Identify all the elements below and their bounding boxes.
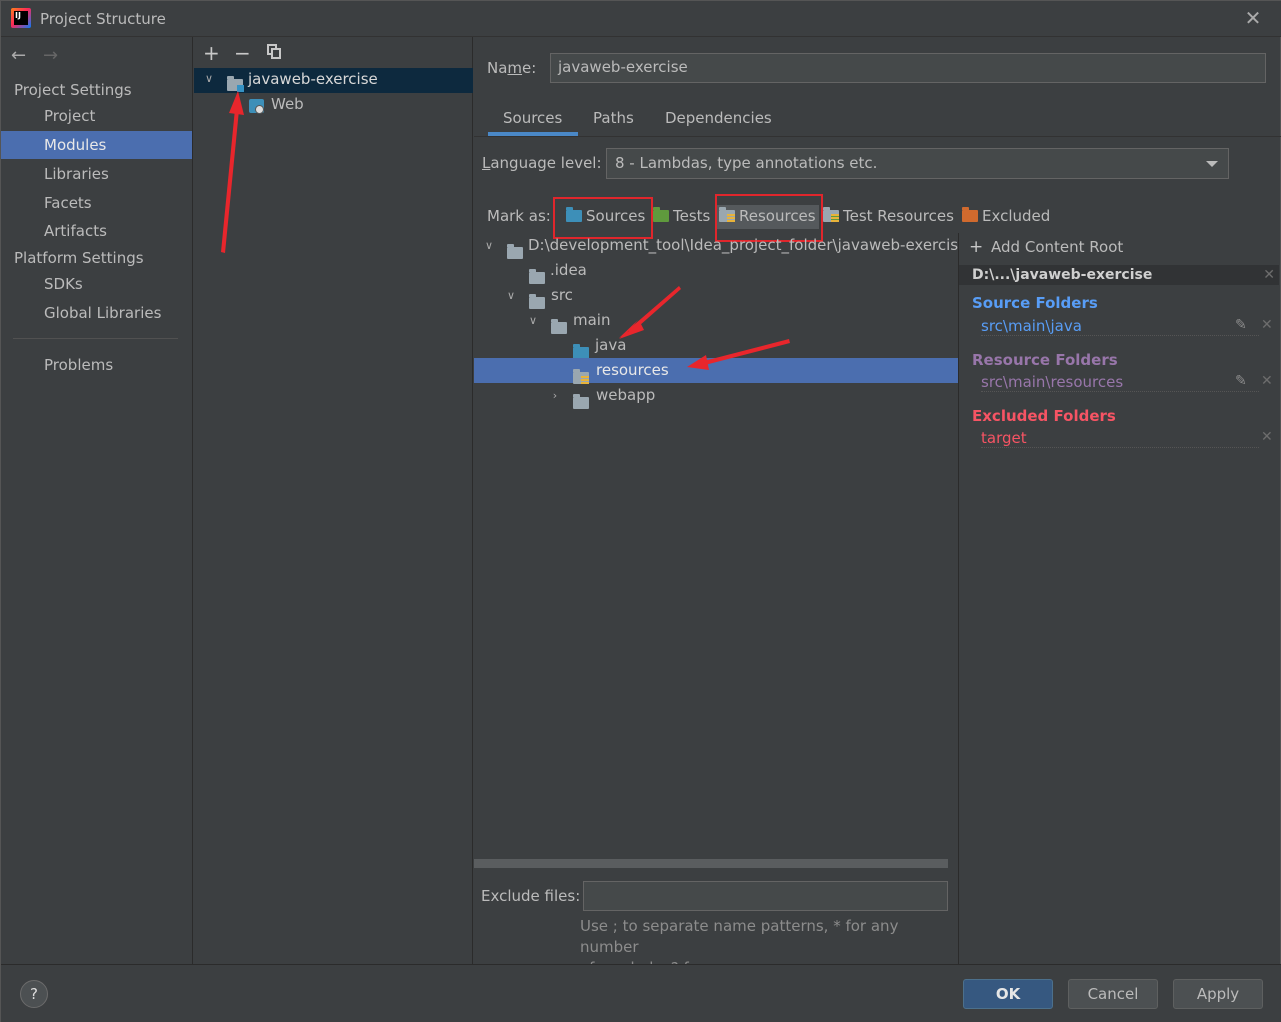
nav-item-project[interactable]: Project [1,102,192,130]
tree-label-main: main [573,311,611,329]
remove-source-icon[interactable]: ✕ [1261,317,1273,333]
content-root-header: D:\...\javaweb-exercise ✕ [959,265,1279,285]
annotation-arrow-module [221,91,244,253]
chevron-down-icon[interactable]: ∨ [526,308,540,333]
mark-excluded-button[interactable]: Excluded [962,205,1050,229]
annotation-arrows-tree [619,286,790,370]
folder-icon [573,394,589,409]
facet-name: Web [271,95,304,113]
ok-button[interactable]: OK [963,979,1053,1009]
mark-tests-label: Tests [673,207,711,225]
source-folder-path: src\main\java [981,317,1259,336]
web-facet-icon [249,99,264,114]
mark-tests-button[interactable]: Tests [653,205,710,229]
tab-sources[interactable]: Sources [503,109,562,127]
excluded-folders-title: Excluded Folders [972,407,1116,425]
exclude-files-label: Exclude files: [481,887,581,905]
nav-item-problems[interactable]: Problems [1,351,192,379]
remove-excluded-icon[interactable]: ✕ [1261,429,1273,445]
name-label: Name: [487,59,537,77]
language-level-dropdown[interactable]: 8 - Lambdas, type annotations etc. [606,148,1229,179]
copy-icon[interactable] [267,44,281,60]
chevron-down-icon [1206,161,1218,167]
excluded-folder-path: target [981,429,1259,448]
tree-row-webapp[interactable]: › webapp [474,383,958,409]
exclude-files-input[interactable] [583,881,948,911]
apply-button[interactable]: Apply [1173,979,1263,1009]
tab-dependencies[interactable]: Dependencies [665,109,772,127]
nav-item-facets[interactable]: Facets [1,189,192,217]
resource-folder-path: src\main\resources [981,373,1259,392]
nav-item-modules[interactable]: Modules [1,131,192,159]
dialog-button-bar: ? OK Cancel Apply [1,964,1281,1022]
window-title: Project Structure [40,10,166,28]
tree-label-idea: .idea [550,261,587,279]
project-structure-dialog: IJ Project Structure ✕ ← → Project Setti… [0,0,1281,1022]
tree-horizontal-scrollbar[interactable] [474,859,948,868]
help-button[interactable]: ? [20,980,48,1008]
mark-excluded-label: Excluded [982,207,1051,225]
add-icon[interactable]: + [203,41,220,65]
add-icon: + [969,237,984,257]
tabs-divider [474,136,1281,137]
language-level-label: Language level: [482,154,602,172]
settings-nav: ← → Project Settings Project Modules Lib… [1,37,193,964]
cancel-button[interactable]: Cancel [1068,979,1158,1009]
module-name-field[interactable]: javaweb-exercise [550,53,1266,83]
remove-resource-icon[interactable]: ✕ [1261,373,1273,389]
edit-pencil-icon[interactable]: ✎ [1235,373,1247,389]
intellij-app-icon: IJ [11,8,31,28]
chevron-right-icon[interactable]: › [548,383,562,408]
tab-paths[interactable]: Paths [593,109,634,127]
forward-arrow-icon[interactable]: → [43,45,58,66]
module-name: javaweb-exercise [248,70,378,88]
source-folders-title: Source Folders [972,294,1098,312]
title-bar: IJ Project Structure ✕ [1,1,1281,37]
chevron-down-icon[interactable]: ∨ [202,72,216,85]
content-roots-panel: + Add Content Root D:\...\javaweb-exerci… [959,233,1281,964]
nav-item-libraries[interactable]: Libraries [1,160,192,188]
resource-folders-title: Resource Folders [972,351,1118,369]
add-content-root-label: Add Content Root [991,238,1124,256]
edit-pencil-icon[interactable]: ✎ [1235,317,1247,333]
remove-icon[interactable]: − [234,41,251,65]
tree-row-root[interactable]: ∨ D:\development_tool\Idea_project_folde… [474,233,958,259]
tree-label-src: src [551,286,573,304]
module-details-pane: Name: javaweb-exercise Sources Paths Dep… [474,37,1281,977]
chevron-down-icon[interactable]: ∨ [482,233,496,258]
language-level-value: 8 - Lambdas, type annotations etc. [615,154,878,172]
nav-item-global-libraries[interactable]: Global Libraries [1,299,192,327]
back-arrow-icon[interactable]: ← [11,45,26,66]
nav-group-project-settings: Project Settings [14,81,132,99]
nav-item-artifacts[interactable]: Artifacts [1,217,192,245]
mark-test-resources-label: Test Resources [843,207,954,225]
tests-folder-icon [653,207,669,222]
remove-root-icon[interactable]: ✕ [1263,265,1275,285]
chevron-down-icon[interactable]: ∨ [504,283,518,308]
tree-label-webapp: webapp [596,386,656,404]
mark-as-label: Mark as: [487,207,551,225]
nav-separator [13,338,178,339]
module-list-pane: + − ∨ javaweb-exercise Web [194,37,473,964]
nav-group-platform-settings: Platform Settings [14,249,144,267]
content-root-path: D:\...\javaweb-exercise [972,267,1153,283]
tree-label-root: D:\development_tool\Idea_project_folder\… [528,236,958,254]
add-content-root-button[interactable]: + Add Content Root [969,237,1123,257]
tree-row-idea[interactable]: .idea [474,258,958,284]
excluded-folder-icon [962,207,978,222]
close-icon[interactable]: ✕ [1243,7,1263,29]
test-resources-folder-icon [823,207,839,222]
nav-item-sdks[interactable]: SDKs [1,270,192,298]
mark-test-resources-button[interactable]: Test Resources [823,205,954,229]
